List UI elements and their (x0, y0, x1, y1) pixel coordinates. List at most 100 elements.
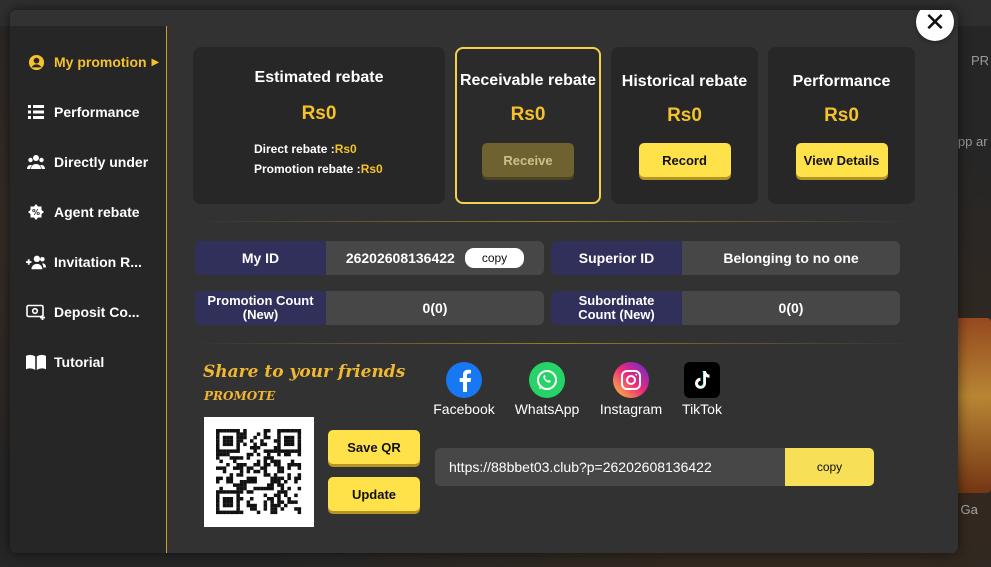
qr-module (236, 503, 240, 508)
qr-module (239, 435, 244, 440)
qr-module (253, 469, 257, 474)
share-instagram[interactable]: Instagram (591, 362, 671, 417)
view-details-button[interactable]: View Details (795, 143, 888, 177)
sidebar-item-deposit[interactable]: Deposit Co... (10, 300, 160, 324)
qr-module (270, 500, 274, 504)
qr-module (263, 429, 268, 433)
sidebar-item-invitation[interactable]: Invitation R... (10, 250, 160, 274)
qr-module (273, 493, 278, 498)
close-button[interactable]: ✕ (916, 10, 954, 41)
qr-module (222, 439, 227, 443)
qr-module (270, 507, 274, 511)
qr-module (280, 476, 285, 481)
qr-module (236, 510, 240, 515)
qr-module (287, 439, 291, 443)
qr-module (277, 503, 281, 508)
qr-module (270, 480, 274, 484)
qr-module (287, 452, 291, 457)
qr-module (263, 507, 268, 511)
sidebar-item-agent-rebate[interactable]: % Agent rebate (10, 200, 160, 224)
card-title: Estimated rebate (254, 69, 384, 86)
qr-module (226, 500, 230, 504)
qr-module (222, 442, 227, 447)
qr-code (204, 417, 314, 527)
qr-module (263, 500, 268, 504)
record-button[interactable]: Record (638, 143, 731, 177)
qr-module (256, 432, 261, 436)
sidebar-item-performance[interactable]: Performance (10, 100, 160, 124)
qr-module (287, 486, 291, 491)
qr-module (216, 503, 220, 508)
qr-module (253, 476, 257, 481)
qr-module (277, 497, 281, 501)
card-value: Rs0 (301, 103, 337, 124)
promotion-rebate-value: Rs0 (360, 162, 383, 176)
qr-module (294, 493, 298, 498)
qr-module (273, 476, 278, 481)
qr-module (229, 480, 234, 484)
qr-module (236, 432, 240, 436)
save-qr-button[interactable]: Save QR (328, 430, 420, 464)
social-label: Instagram (599, 401, 663, 417)
qr-module (233, 449, 237, 453)
qr-module (297, 442, 302, 447)
share-tiktok[interactable]: TikTok (662, 362, 742, 417)
qr-module (216, 432, 220, 436)
qr-module (236, 473, 240, 477)
qr-module (270, 459, 274, 464)
receive-button[interactable]: Receive (482, 143, 574, 177)
qr-module (233, 466, 237, 470)
qr-module (246, 480, 251, 484)
qr-module (280, 507, 285, 511)
copy-link-button[interactable]: copy (785, 448, 874, 486)
qr-module (263, 486, 268, 491)
copy-id-button[interactable]: copy (464, 248, 525, 268)
qr-module (236, 466, 240, 470)
qr-module (284, 449, 288, 453)
qr-module (216, 480, 220, 484)
qr-module (226, 497, 230, 501)
share-whatsapp[interactable]: WhatsApp (507, 362, 587, 417)
sidebar-item-tutorial[interactable]: Tutorial (10, 350, 160, 374)
qr-module (239, 480, 244, 484)
qr-module (243, 435, 247, 440)
qr-module (250, 507, 254, 511)
sidebar-item-label: My promotion (54, 54, 147, 70)
qr-module (216, 507, 220, 511)
qr-module (290, 435, 295, 440)
qr-module (270, 486, 274, 491)
direct-rebate-value: Rs0 (334, 142, 357, 156)
qr-module (270, 503, 274, 508)
qr-module (226, 490, 230, 494)
sidebar-item-directly-under[interactable]: Directly under (10, 150, 160, 174)
qr-module (246, 466, 251, 470)
qr-module (263, 456, 268, 460)
qr-module (226, 480, 230, 484)
qr-module (219, 466, 223, 470)
referral-link-box: https://88bbet03.club?p=26202608136422 c… (435, 448, 874, 486)
qr-module (277, 435, 281, 440)
qr-module (236, 456, 240, 460)
qr-module (263, 449, 268, 453)
qr-module (229, 449, 234, 453)
qr-module (297, 463, 302, 467)
qr-module (287, 476, 291, 481)
qr-module (226, 435, 230, 440)
share-title: Share to your friends (203, 362, 406, 382)
qr-module (243, 463, 247, 467)
promotion-rebate-label: Promotion rebate : (254, 162, 361, 176)
share-facebook[interactable]: Facebook (424, 362, 504, 417)
qr-module (239, 463, 244, 467)
sidebar-item-label: Tutorial (54, 354, 105, 370)
qr-module (270, 483, 274, 487)
sidebar-item-label: Deposit Co... (54, 304, 140, 320)
qr-module (219, 429, 223, 433)
qr-module (267, 452, 271, 457)
sidebar-item-my-promotion[interactable]: My promotion ▶ (10, 50, 160, 74)
update-button[interactable]: Update (328, 477, 420, 511)
qr-module (297, 510, 302, 515)
qr-module (280, 466, 285, 470)
qr-module (236, 435, 240, 440)
qr-module (246, 490, 251, 494)
my-id-box: My ID 26202608136422 copy (195, 241, 544, 275)
